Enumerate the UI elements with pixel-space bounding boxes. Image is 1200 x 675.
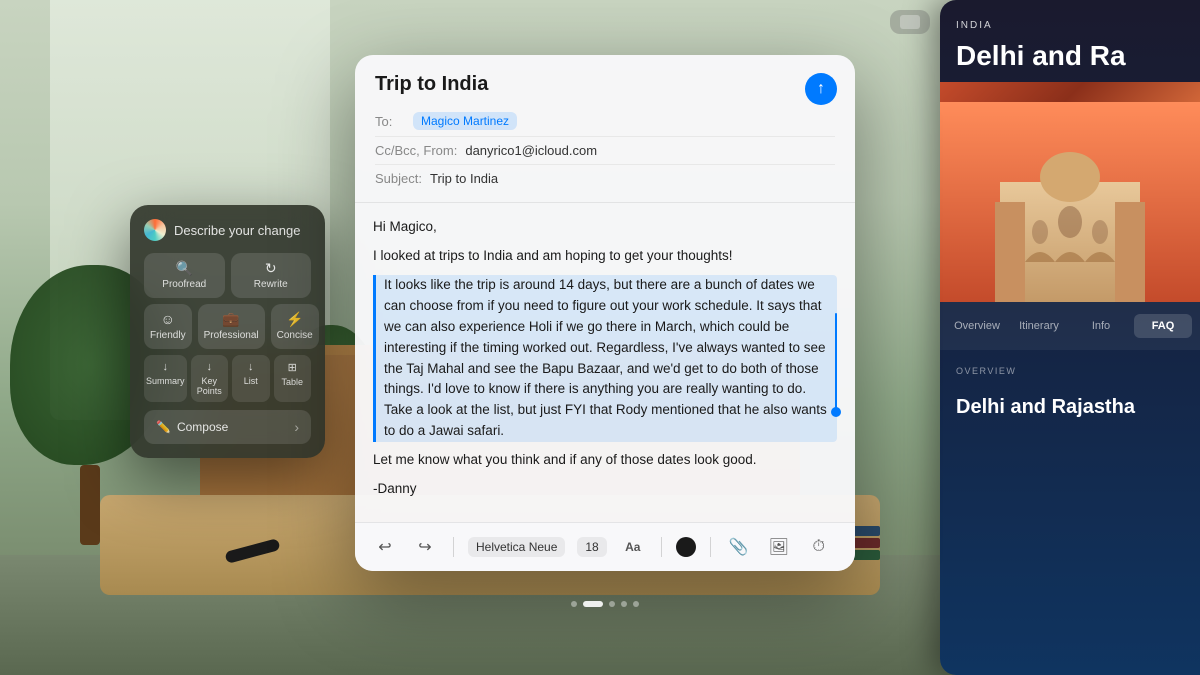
subject-value: Trip to India bbox=[430, 171, 498, 186]
proofread-button[interactable]: 🔍 Proofread bbox=[144, 253, 225, 298]
email-greeting: Hi Magico, bbox=[373, 217, 837, 238]
cc-field: Cc/Bcc, From: danyrico1@icloud.com bbox=[375, 137, 835, 165]
panel-title: Delhi and Ra bbox=[940, 41, 1200, 72]
dot-4 bbox=[621, 601, 627, 607]
image-button[interactable]: 🖼 bbox=[765, 533, 793, 561]
key-points-button[interactable]: ↓ Key Points bbox=[191, 355, 228, 402]
summary-icon: ↓ bbox=[163, 361, 169, 373]
rewrite-button[interactable]: ↻ Rewrite bbox=[231, 253, 312, 298]
to-field: To: Magico Martinez bbox=[375, 106, 835, 137]
key-points-icon: ↓ bbox=[207, 361, 213, 373]
toolbar-separator-2 bbox=[661, 537, 662, 557]
toolbar-separator-3 bbox=[710, 537, 711, 557]
writing-tools-mid-grid: ☺ Friendly 💼 Professional ⚡ Concise bbox=[144, 304, 311, 349]
friendly-icon: ☺ bbox=[161, 312, 175, 326]
subject-label: Subject: bbox=[375, 171, 422, 186]
professional-icon: 💼 bbox=[222, 312, 239, 326]
compose-label: Compose bbox=[177, 420, 228, 434]
concise-button[interactable]: ⚡ Concise bbox=[271, 304, 319, 349]
font-selector[interactable]: Helvetica Neue bbox=[468, 537, 565, 557]
email-signature: -Danny bbox=[373, 479, 837, 500]
overview-title: Delhi and Rajastha bbox=[940, 396, 1200, 419]
text-format-button[interactable]: Aa bbox=[619, 533, 647, 561]
proofread-icon: 🔍 bbox=[176, 261, 193, 275]
undo-button[interactable]: ↩ bbox=[371, 533, 399, 561]
tab-info[interactable]: Info bbox=[1072, 314, 1130, 338]
cc-label: Cc/Bcc, From: bbox=[375, 143, 457, 158]
compose-pencil-icon: ✏️ bbox=[156, 420, 171, 434]
writing-tools-label: Describe your change bbox=[174, 223, 300, 238]
table-icon: ⊞ bbox=[288, 361, 297, 374]
table-button[interactable]: ⊞ Table bbox=[274, 355, 312, 402]
window-icon-1[interactable] bbox=[900, 15, 920, 29]
email-panel: Trip to India ↑ To: Magico Martinez Cc/B… bbox=[355, 55, 855, 571]
tab-itinerary[interactable]: Itinerary bbox=[1010, 314, 1068, 338]
proofread-label: Proofread bbox=[162, 279, 206, 290]
professional-label: Professional bbox=[204, 330, 259, 341]
redo-button[interactable]: ↪ bbox=[411, 533, 439, 561]
top-controls bbox=[890, 10, 930, 34]
writing-tools-bottom-grid: ↓ Summary ↓ Key Points ↓ List ⊞ Table bbox=[144, 355, 311, 402]
concise-icon: ⚡ bbox=[286, 312, 303, 326]
tab-faq[interactable]: FAQ bbox=[1134, 314, 1192, 338]
summary-button[interactable]: ↓ Summary bbox=[144, 355, 187, 402]
subject-field: Subject: Trip to India bbox=[375, 165, 835, 192]
font-size-selector[interactable]: 18 bbox=[577, 537, 606, 557]
friendly-button[interactable]: ☺ Friendly bbox=[144, 304, 192, 349]
tab-overview[interactable]: Overview bbox=[948, 314, 1006, 338]
dot-3 bbox=[609, 601, 615, 607]
writing-tools-icon bbox=[144, 219, 166, 241]
attachment-button[interactable]: 📎 bbox=[725, 533, 753, 561]
list-label: List bbox=[244, 376, 258, 386]
to-label: To: bbox=[375, 114, 405, 129]
email-line2: Let me know what you think and if any of… bbox=[373, 450, 837, 471]
country-label: INDIA bbox=[940, 0, 1200, 41]
writing-tools-panel: Describe your change 🔍 Proofread ↻ Rewri… bbox=[130, 205, 325, 458]
compose-button[interactable]: ✏️ Compose › bbox=[144, 410, 311, 444]
table-label: Table bbox=[281, 377, 303, 387]
concise-label: Concise bbox=[277, 330, 313, 341]
email-line1: I looked at trips to India and am hoping… bbox=[373, 246, 837, 267]
writing-tools-top-grid: 🔍 Proofread ↻ Rewrite bbox=[144, 253, 311, 298]
toolbar-separator-1 bbox=[453, 537, 454, 557]
travel-guide-panel: INDIA Delhi and Ra bbox=[940, 0, 1200, 675]
panel-image bbox=[940, 82, 1200, 302]
email-title: Trip to India bbox=[375, 73, 835, 96]
writing-tools-header: Describe your change bbox=[144, 219, 311, 241]
pagination-dots bbox=[355, 593, 855, 615]
cursor-dot bbox=[831, 407, 841, 417]
email-body[interactable]: Hi Magico, I looked at trips to India an… bbox=[355, 203, 855, 522]
list-icon: ↓ bbox=[248, 361, 254, 373]
more-options-button[interactable]: ⏱ bbox=[805, 533, 833, 561]
overview-label: OVERVIEW bbox=[940, 350, 1200, 392]
dot-1 bbox=[571, 601, 577, 607]
professional-button[interactable]: 💼 Professional bbox=[198, 304, 265, 349]
send-button[interactable]: ↑ bbox=[805, 73, 837, 105]
panel-tabs: Overview Itinerary Info FAQ bbox=[940, 302, 1200, 350]
compose-left: ✏️ Compose bbox=[156, 420, 228, 434]
email-toolbar: ↩ ↪ Helvetica Neue 18 Aa 📎 🖼 ⏱ bbox=[355, 522, 855, 571]
friendly-label: Friendly bbox=[150, 330, 186, 341]
rewrite-icon: ↻ bbox=[265, 261, 277, 275]
dot-5 bbox=[633, 601, 639, 607]
text-cursor bbox=[835, 313, 837, 413]
compose-chevron-icon: › bbox=[294, 419, 299, 435]
summary-label: Summary bbox=[146, 376, 185, 386]
from-email: danyrico1@icloud.com bbox=[465, 143, 597, 158]
rewrite-label: Rewrite bbox=[254, 279, 288, 290]
dot-2 bbox=[583, 601, 603, 607]
key-points-label: Key Points bbox=[193, 376, 226, 396]
text-color-picker[interactable] bbox=[676, 537, 696, 557]
list-button[interactable]: ↓ List bbox=[232, 355, 270, 402]
email-header: Trip to India ↑ To: Magico Martinez Cc/B… bbox=[355, 55, 855, 203]
email-highlighted-text: It looks like the trip is around 14 days… bbox=[373, 275, 837, 442]
recipient-chip[interactable]: Magico Martinez bbox=[413, 112, 517, 130]
